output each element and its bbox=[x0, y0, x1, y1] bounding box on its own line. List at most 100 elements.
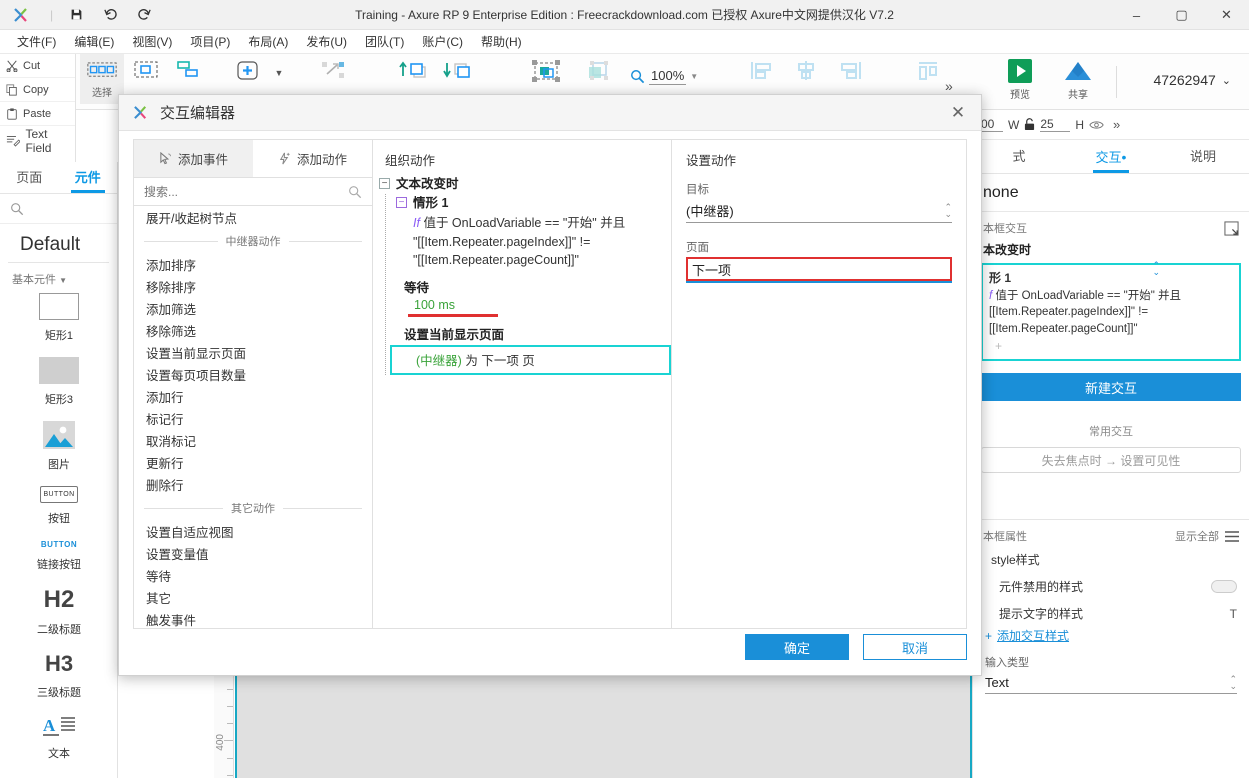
action-item[interactable]: 更新行 bbox=[134, 451, 372, 473]
h-value[interactable]: 25 bbox=[1040, 117, 1071, 132]
zoom-value[interactable]: 100% bbox=[649, 68, 687, 85]
minimize-button[interactable]: – bbox=[1114, 0, 1159, 30]
target-select[interactable]: (中继器) ⌃ ⌄ bbox=[686, 199, 952, 223]
cut-button[interactable]: Cut bbox=[0, 54, 75, 78]
tree-action-wait-name[interactable]: 等待 bbox=[396, 277, 671, 296]
tab-notes[interactable]: 说明 bbox=[1157, 140, 1249, 173]
unlock-icon[interactable] bbox=[1024, 118, 1035, 131]
action-search-input[interactable] bbox=[144, 184, 324, 199]
row-disabled-style[interactable]: 元件禁用的样式 bbox=[973, 573, 1249, 600]
copy-button[interactable]: Copy bbox=[0, 78, 75, 102]
widget-library-name[interactable]: Default bbox=[8, 224, 109, 263]
widget-item-rect1[interactable]: 矩形1 bbox=[0, 293, 118, 343]
tab-add-event[interactable]: 添加事件 bbox=[134, 140, 253, 177]
close-button[interactable]: ✕ bbox=[1204, 0, 1249, 30]
tree-condition[interactable]: If 值于 OnLoadVariable == "开始" 并且 "[[Item.… bbox=[396, 214, 671, 270]
action-item[interactable]: 移除筛选 bbox=[134, 319, 372, 341]
menu-item-view[interactable]: 视图(V) bbox=[123, 30, 181, 54]
geometry-overflow-button[interactable]: » bbox=[1113, 117, 1120, 132]
action-item[interactable]: 取消标记 bbox=[134, 429, 372, 451]
widget-item-link-button[interactable]: BUTTON 链接按钮 bbox=[0, 540, 118, 572]
hint-style-text-icon[interactable]: T bbox=[1230, 607, 1237, 621]
show-all-label[interactable]: 显示全部 bbox=[1175, 528, 1219, 544]
dialog-close-button[interactable]: ✕ bbox=[945, 100, 971, 126]
chevron-down-icon[interactable]: ▼ bbox=[690, 72, 698, 81]
target-icon[interactable] bbox=[1224, 220, 1239, 236]
right-sidebar: 00 W 25 H » 式 交互• 说明 none 本框交互 本改变时 形 1 … bbox=[972, 110, 1249, 778]
hamburger-icon[interactable] bbox=[1225, 530, 1239, 542]
widget-item-h3[interactable]: H3 三级标题 bbox=[0, 651, 118, 700]
menu-item-project[interactable]: 项目(P) bbox=[181, 30, 239, 54]
undo-icon[interactable] bbox=[93, 0, 127, 30]
spinner-icon[interactable]: ⌃ ⌄ bbox=[944, 202, 952, 218]
row-hint-style[interactable]: 提示文字的样式 T bbox=[973, 600, 1249, 627]
action-item[interactable]: 添加行 bbox=[134, 385, 372, 407]
menu-item-team[interactable]: 团队(T) bbox=[356, 30, 413, 54]
maximize-button[interactable]: ▢ bbox=[1159, 0, 1204, 30]
spinner-icon[interactable]: ⌃ ⌄ bbox=[1152, 261, 1160, 277]
eye-icon[interactable] bbox=[1089, 119, 1104, 131]
menu-item-layout[interactable]: 布局(A) bbox=[239, 30, 297, 54]
collapse-toggle-icon[interactable]: − bbox=[379, 178, 390, 189]
toolbar-overflow-button[interactable]: » bbox=[945, 78, 953, 94]
action-item[interactable]: 设置自适应视图 bbox=[134, 520, 372, 542]
menu-item-file[interactable]: 文件(F) bbox=[8, 30, 65, 54]
tree-event-row[interactable]: − 文本改变时 bbox=[379, 175, 671, 194]
tree-action-setpage-name[interactable]: 设置当前显示页面 bbox=[396, 324, 671, 343]
action-item[interactable]: 设置每页项目数量 bbox=[134, 363, 372, 385]
text-field-tool[interactable]: Text Field bbox=[0, 126, 75, 156]
widget-item-button[interactable]: BUTTON 按钮 bbox=[0, 486, 118, 526]
widget-item-text[interactable]: A 文本 bbox=[0, 714, 118, 761]
widget-item-h2[interactable]: H2 二级标题 bbox=[0, 586, 118, 637]
redo-icon[interactable] bbox=[127, 0, 161, 30]
action-item[interactable]: 删除行 bbox=[134, 473, 372, 495]
menu-item-help[interactable]: 帮助(H) bbox=[472, 30, 531, 54]
add-interaction-style-link[interactable]: + 添加交互样式 bbox=[973, 627, 1249, 644]
input-type-select[interactable]: Text ⌃ ⌄ bbox=[985, 672, 1237, 695]
widget-search-box[interactable] bbox=[0, 194, 117, 224]
collapse-toggle-icon[interactable]: − bbox=[396, 197, 407, 209]
menu-item-publish[interactable]: 发布(U) bbox=[297, 30, 356, 54]
tab-add-action[interactable]: 添加动作 bbox=[253, 140, 372, 177]
tab-widgets[interactable]: 元件 bbox=[59, 162, 118, 193]
widget-name-field[interactable]: none bbox=[973, 174, 1249, 212]
action-item[interactable]: 添加排序 bbox=[134, 253, 372, 275]
tree-case-label: 情形 1 bbox=[413, 196, 449, 211]
add-action-button[interactable]: + bbox=[989, 338, 1233, 355]
widget-item-rect3[interactable]: 矩形3 bbox=[0, 357, 118, 407]
action-item[interactable]: 等待 bbox=[134, 564, 372, 586]
tab-pages[interactable]: 页面 bbox=[0, 162, 59, 193]
action-item[interactable]: 设置变量值 bbox=[134, 542, 372, 564]
action-item[interactable]: 设置当前显示页面 bbox=[134, 341, 372, 363]
preview-button[interactable]: 预览 bbox=[999, 58, 1041, 101]
zoom-control[interactable]: 100% ▼ bbox=[630, 68, 698, 85]
spinner-icon[interactable]: ⌃ ⌄ bbox=[1229, 674, 1237, 690]
page-select[interactable]: 下一项 ⌃ ⌄ bbox=[686, 257, 1160, 281]
paste-button[interactable]: Paste bbox=[0, 102, 75, 126]
x-value[interactable]: 00 bbox=[981, 117, 1003, 132]
interaction-case[interactable]: 形 1 f 值于 OnLoadVariable == "开始" 并且 [[Ite… bbox=[981, 263, 1241, 362]
action-item[interactable]: 移除排序 bbox=[134, 275, 372, 297]
ok-button[interactable]: 确定 bbox=[745, 634, 849, 660]
tab-style[interactable]: 式 bbox=[973, 140, 1065, 173]
cancel-button[interactable]: 取消 bbox=[863, 634, 967, 660]
tree-case-row[interactable]: − 情形 1 bbox=[396, 194, 671, 213]
account-menu[interactable]: 47262947 ⌄ bbox=[1153, 72, 1231, 88]
action-item[interactable]: 标记行 bbox=[134, 407, 372, 429]
share-button[interactable]: 共享 bbox=[1057, 58, 1099, 101]
menu-item-edit[interactable]: 编辑(E) bbox=[65, 30, 123, 54]
action-item[interactable]: 其它 bbox=[134, 586, 372, 608]
interaction-event-name[interactable]: 本改变时 bbox=[973, 238, 1249, 261]
widget-group-label[interactable]: 基本元件 ▼ bbox=[0, 263, 117, 291]
new-interaction-button[interactable]: 新建交互 bbox=[981, 373, 1241, 402]
save-icon[interactable] bbox=[59, 0, 93, 30]
suggested-interaction[interactable]: 失去焦点时 → 设置可见性 bbox=[981, 447, 1241, 474]
menu-item-account[interactable]: 账户(C) bbox=[413, 30, 472, 54]
widget-item-image[interactable]: 图片 bbox=[0, 421, 118, 472]
action-search-box[interactable] bbox=[134, 178, 372, 206]
action-item[interactable]: 添加筛选 bbox=[134, 297, 372, 319]
disabled-style-toggle[interactable] bbox=[1211, 580, 1237, 594]
action-item-toggle-tree[interactable]: 展开/收起树节点 bbox=[134, 206, 372, 228]
tree-action-setpage-value[interactable]: (中继器) 为 下一项 页 bbox=[390, 345, 671, 375]
tab-interactions[interactable]: 交互• bbox=[1065, 140, 1157, 173]
